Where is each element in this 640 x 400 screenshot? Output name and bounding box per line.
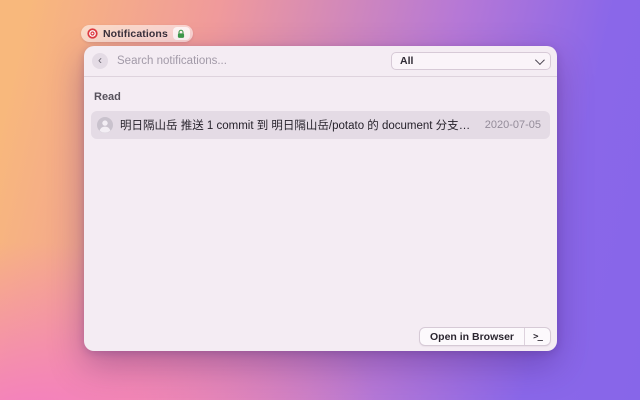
notification-list: Read 明日隔山岳 推送 1 commit 到 明日隔山岳/potato 的 … xyxy=(84,77,557,351)
terminal-icon: >_ xyxy=(533,332,542,342)
app-icon xyxy=(87,28,98,39)
filter-select[interactable]: All xyxy=(391,52,551,70)
back-chevron-icon: ‹ xyxy=(98,53,102,67)
lock-icon xyxy=(176,29,186,39)
footer-button-group: Open in Browser >_ xyxy=(419,327,551,346)
notification-text: 明日隔山岳 推送 1 commit 到 明日隔山岳/potato 的 docum… xyxy=(120,117,478,133)
window-header: ‹ All xyxy=(84,46,557,77)
search-input[interactable] xyxy=(117,55,391,67)
avatar xyxy=(97,117,113,133)
chevron-down-icon xyxy=(535,55,545,65)
notification-date: 2020-07-05 xyxy=(485,119,541,131)
app-tab[interactable]: Notifications xyxy=(81,25,193,42)
back-button[interactable]: ‹ xyxy=(92,53,108,69)
notification-message: 明日隔山岳 推送 1 commit 到 明日隔山岳/potato 的 docum… xyxy=(120,120,470,132)
lock-badge xyxy=(173,27,190,40)
terminal-button[interactable]: >_ xyxy=(525,328,550,345)
open-in-browser-button[interactable]: Open in Browser xyxy=(420,328,525,345)
tab-title: Notifications xyxy=(103,28,168,40)
filter-selected-value: All xyxy=(400,55,413,67)
notifications-window: ‹ All Read 明日隔山岳 推送 1 commit 到 明日隔山岳/pot… xyxy=(84,46,557,351)
section-label-read: Read xyxy=(94,91,550,103)
notification-row[interactable]: 明日隔山岳 推送 1 commit 到 明日隔山岳/potato 的 docum… xyxy=(91,111,550,139)
